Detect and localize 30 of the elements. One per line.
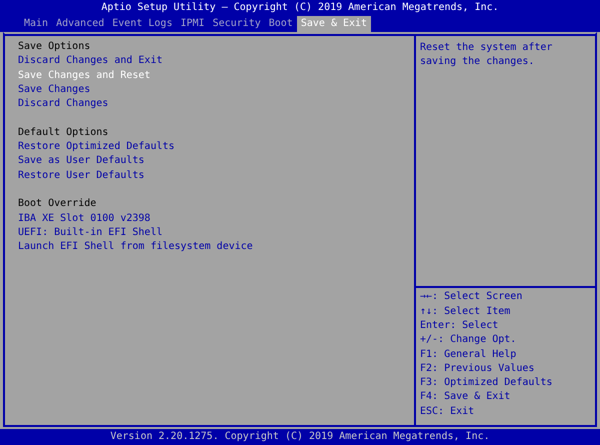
menu-option[interactable]: IBA XE Slot 0100 v2398 — [18, 212, 414, 226]
key-hint: F4: Save & Exit — [420, 390, 512, 404]
menu-tab[interactable]: Advanced — [52, 16, 108, 32]
menu-option[interactable]: Restore User Defaults — [18, 168, 414, 183]
key-hint: →←: Select Screen — [420, 290, 524, 304]
menu-tab[interactable]: Security — [208, 16, 265, 32]
key-hint: ↑↓: Select Item — [420, 304, 512, 319]
key-hint: Enter: Select — [420, 318, 500, 333]
section-heading: Save Options — [18, 40, 92, 54]
menu-option[interactable]: Save as User Defaults — [18, 154, 414, 169]
menu-tab[interactable]: Boot — [264, 16, 297, 32]
key-hint: +/-: Change Opt. — [420, 333, 518, 348]
status-bar: Version 2.20.1275. Copyright (C) 2019 American Megatrends, Inc. — [0, 429, 600, 445]
key-hint: F3: Optimized Defaults — [420, 376, 554, 390]
key-hint: F1: General Help — [420, 348, 518, 362]
menu-tab[interactable]: Main — [20, 16, 52, 32]
menu-option[interactable]: UEFI: Built-in EFI Shell — [18, 226, 414, 240]
window-title: Aptio Setup Utility – Copyright (C) 2019 American Megatrends, Inc. — [100, 1, 500, 15]
menu-option[interactable]: Discard Changes — [18, 97, 414, 112]
menu-option[interactable]: Save Changes — [18, 82, 414, 98]
menu-tab[interactable]: IPMI — [176, 16, 209, 32]
section-heading: Boot Override — [18, 197, 98, 212]
section-heading: Default Options — [18, 126, 110, 140]
help-text: Reset the system after saving the changes. — [420, 41, 554, 70]
key-hint: ESC: Exit — [420, 404, 476, 419]
menu-option[interactable]: Launch EFI Shell from filesystem device — [18, 240, 414, 254]
menu-option[interactable]: Restore Optimized Defaults — [18, 140, 414, 154]
menu-option[interactable]: Discard Changes and Exit — [18, 54, 414, 69]
menu-tab[interactable]: Event Logs — [108, 16, 176, 32]
key-hint: F2: Previous Values — [420, 362, 536, 376]
